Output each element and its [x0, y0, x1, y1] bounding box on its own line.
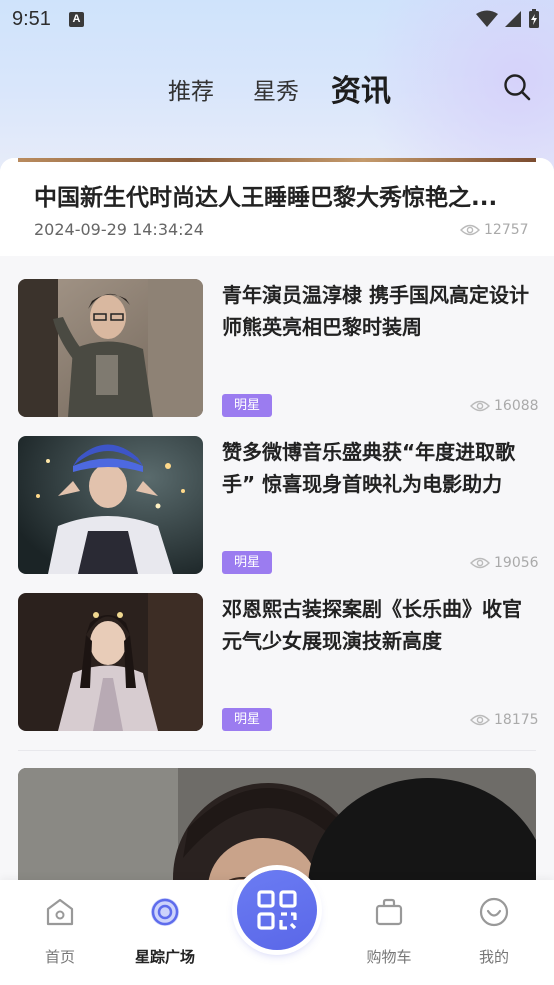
featured-title: 中国新生代时尚达人王睡睡巴黎大秀惊艳之... [34, 185, 498, 211]
news-thumbnail [18, 279, 203, 417]
status-time: 9:51 [12, 7, 51, 30]
shopping-bag-icon [375, 898, 403, 926]
news-item[interactable]: 青年演员温淳棣 携手国风高定设计师熊英亮相巴黎时装周 明星 16088 [0, 279, 554, 436]
nav-profile-label: 我的 [478, 948, 509, 966]
signal-icon [505, 11, 521, 27]
nav-cart[interactable]: 购物车 [349, 880, 429, 985]
news-views: 18175 [470, 712, 539, 728]
featured-news-card[interactable]: 中国新生代时尚达人王睡睡巴黎大秀惊艳之... 2024-09-29 14:34:… [0, 158, 554, 256]
eye-icon [460, 224, 480, 236]
featured-date: 2024-09-29 14:34:24 [34, 220, 204, 239]
news-title: 赞多微博音乐盛典获“年度进取歌手” 惊喜现身首映礼为电影助力 [222, 440, 516, 496]
nav-cart-label: 购物车 [366, 948, 412, 966]
profile-icon [479, 897, 509, 927]
nav-profile[interactable]: 我的 [454, 880, 534, 985]
news-title: 青年演员温淳棣 携手国风高定设计师熊英亮相巴黎时装周 [222, 283, 529, 339]
news-thumbnail [18, 593, 203, 731]
nav-star-plaza[interactable]: 星踪广场 [125, 880, 205, 985]
scan-button[interactable] [237, 870, 317, 950]
tab-star-show[interactable]: 星秀 [253, 72, 299, 106]
news-views-count: 16088 [494, 398, 539, 414]
news-views-count: 18175 [494, 712, 539, 728]
news-views-count: 19056 [494, 555, 539, 571]
news-large-image[interactable] [18, 768, 536, 880]
news-item[interactable]: 赞多微博音乐盛典获“年度进取歌手” 惊喜现身首映礼为电影助力 明星 19056 [0, 436, 554, 593]
top-tab-bar: 推荐 星秀 资讯 [0, 60, 554, 116]
eye-icon [470, 714, 490, 726]
divider [18, 750, 536, 751]
news-tag: 明星 [222, 551, 273, 574]
target-icon [151, 898, 179, 926]
tab-recommend[interactable]: 推荐 [168, 72, 214, 106]
nav-star-plaza-label: 星踪广场 [134, 948, 195, 966]
wifi-icon [476, 10, 498, 27]
news-title: 邓恩熙古装探案剧《长乐曲》收官 元气少女展现演技新高度 [222, 597, 522, 653]
featured-image [18, 158, 536, 162]
tab-news[interactable]: 资讯 [331, 66, 391, 110]
qr-code-icon [257, 890, 297, 930]
news-views: 16088 [470, 398, 539, 414]
status-bar: 9:51 A [0, 0, 554, 38]
news-thumbnail [18, 436, 203, 574]
featured-views: 12757 [460, 222, 529, 238]
nav-home[interactable]: 首页 [20, 880, 100, 985]
eye-icon [470, 557, 490, 569]
battery-icon [529, 9, 539, 28]
news-feed: 中国新生代时尚达人王睡睡巴黎大秀惊艳之... 2024-09-29 14:34:… [0, 158, 554, 880]
search-icon[interactable] [502, 72, 532, 102]
eye-icon [470, 400, 490, 412]
featured-views-count: 12757 [484, 222, 529, 238]
notification-a-icon: A [68, 11, 84, 27]
nav-home-label: 首页 [44, 948, 75, 966]
news-tag: 明星 [222, 394, 273, 417]
news-tag: 明星 [222, 708, 273, 731]
home-icon [46, 898, 74, 926]
news-item[interactable]: 邓恩熙古装探案剧《长乐曲》收官 元气少女展现演技新高度 明星 18175 [0, 593, 554, 750]
news-views: 19056 [470, 555, 539, 571]
